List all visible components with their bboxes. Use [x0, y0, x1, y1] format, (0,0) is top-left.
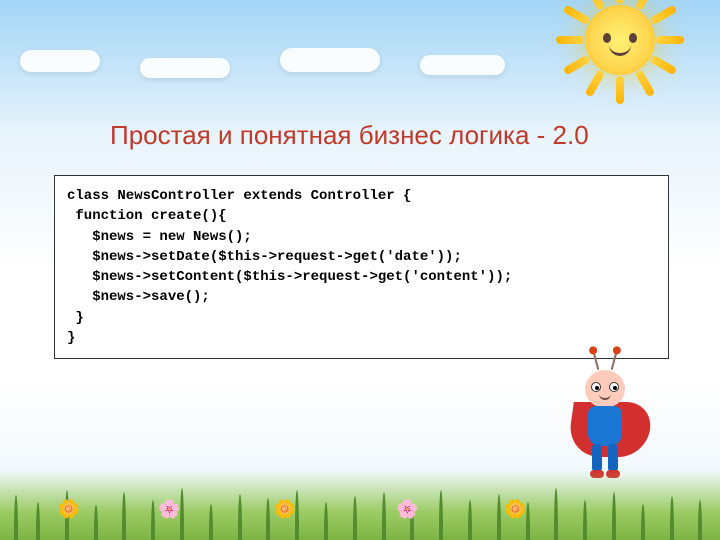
flower-icon: 🌸: [396, 499, 418, 520]
code-text: class NewsController extends Controller …: [67, 186, 656, 348]
slide-title: Простая и понятная бизнес логика - 2.0: [110, 120, 589, 151]
code-block: class NewsController extends Controller …: [54, 175, 669, 359]
grass-decoration: 🌼 🌸 🌼 🌸 🌼: [0, 470, 720, 540]
clouds-decoration: [0, 40, 720, 90]
flower-icon: 🌸: [158, 499, 180, 520]
flower-icon: 🌼: [504, 499, 526, 520]
flower-icon: 🌼: [274, 499, 296, 520]
flower-icon: 🌼: [58, 499, 80, 520]
